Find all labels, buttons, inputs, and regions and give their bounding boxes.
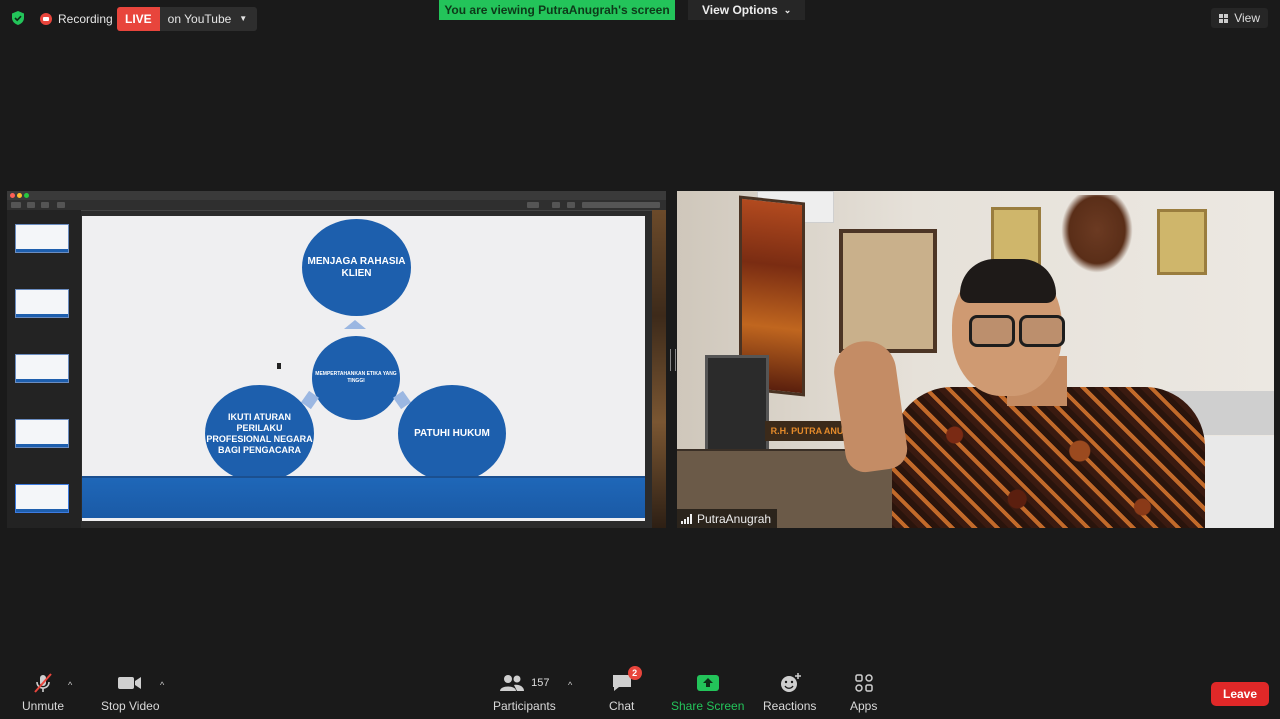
shared-window-toolbar <box>7 200 666 211</box>
background-photo-strip <box>652 210 666 528</box>
mouse-cursor-icon <box>277 363 281 369</box>
participants-options-caret-icon[interactable]: ^ <box>568 680 572 690</box>
unmute-button[interactable]: Unmute <box>22 672 64 713</box>
reactions-label: Reactions <box>763 699 817 713</box>
slide-thumbnail <box>15 419 69 448</box>
shared-screen[interactable]: MENJAGA RAHASIA KLIEN MEMPERTAHANKAN ETI… <box>7 191 666 528</box>
garuda-emblem <box>1061 195 1133 273</box>
slide-circle-right: PATUHI HUKUM <box>398 385 506 482</box>
apps-icon <box>854 672 874 694</box>
participant-count: 157 <box>531 677 550 689</box>
person-batik-shirt <box>892 387 1205 528</box>
video-options-caret-icon[interactable]: ^ <box>160 680 164 690</box>
desk-monitor <box>705 355 769 453</box>
stop-video-label: Stop Video <box>101 699 160 713</box>
grid-view-icon <box>1219 13 1229 23</box>
participant-name-tag: PutraAnugrah <box>677 509 778 528</box>
view-button[interactable]: View <box>1211 8 1268 28</box>
muted-microphone-icon <box>32 672 54 694</box>
audio-options-caret-icon[interactable]: ^ <box>68 680 72 690</box>
slide-thumbnail <box>15 224 69 253</box>
participant-video[interactable]: R.H. PUTRA ANU PutraAnugrah <box>677 191 1274 528</box>
chat-unread-badge: 2 <box>627 666 642 680</box>
unmute-label: Unmute <box>22 699 65 713</box>
person-glasses <box>969 315 1065 347</box>
participants-icon <box>500 675 525 691</box>
window-close-dot <box>10 193 15 198</box>
slide-footer-band <box>82 476 645 518</box>
view-label: View <box>1234 11 1260 25</box>
share-screen-button[interactable]: Share Screen <box>671 672 744 713</box>
participants-button[interactable]: 157 Participants <box>493 672 556 713</box>
split-view-divider-handle[interactable] <box>670 349 676 371</box>
chat-label: Chat <box>609 699 635 713</box>
apps-button[interactable]: Apps <box>850 672 877 713</box>
share-screen-icon <box>696 672 720 694</box>
live-platform-dropdown[interactable]: on YouTube ▼ <box>159 7 258 31</box>
chat-bubble-icon: 2 <box>611 666 642 694</box>
slide-circle-left: IKUTI ATURAN PERILAKU PROFESIONAL NEGARA… <box>205 385 314 482</box>
live-platform-label: on YouTube <box>167 12 232 26</box>
slide-thumbnail <box>15 354 69 383</box>
chat-button[interactable]: 2 Chat <box>609 666 642 713</box>
wall-caricature <box>839 229 937 353</box>
video-camera-icon <box>117 672 143 694</box>
window-zoom-dot <box>24 193 29 198</box>
viewing-screen-banner: You are viewing PutraAnugrah's screen <box>439 0 675 20</box>
wall-portrait <box>1157 209 1207 275</box>
caret-down-icon: ▼ <box>239 14 248 23</box>
smiley-plus-icon <box>778 672 802 694</box>
slide-circle-top: MENJAGA RAHASIA KLIEN <box>302 219 411 316</box>
window-minimize-dot <box>17 193 22 198</box>
shared-window-titlebar <box>7 191 666 200</box>
recording-icon <box>40 13 52 25</box>
slide-thumbnail-current <box>15 484 69 513</box>
slide-thumbnail <box>15 289 69 318</box>
signal-strength-icon <box>681 513 692 524</box>
reactions-button[interactable]: Reactions <box>763 672 816 713</box>
recording-label: Recording <box>58 12 113 26</box>
share-screen-label: Share Screen <box>671 699 745 713</box>
view-options-button[interactable]: View Options ⌄ <box>688 0 806 20</box>
security-shield-icon[interactable] <box>10 10 26 26</box>
chevron-down-icon: ⌄ <box>783 5 792 15</box>
desk-nameplate: R.H. PUTRA ANU <box>765 421 849 441</box>
live-stream-indicator[interactable]: LIVE on YouTube ▼ <box>117 7 258 31</box>
participants-label: Participants <box>493 699 556 713</box>
presentation-slide: MENJAGA RAHASIA KLIEN MEMPERTAHANKAN ETI… <box>82 216 645 521</box>
slide-thumbnail-panel <box>7 210 81 528</box>
live-badge: LIVE <box>117 7 160 31</box>
slide-arrow-up <box>344 320 366 329</box>
slide-circle-center: MEMPERTAHANKAN ETIKA YANG TINGGI <box>312 336 400 420</box>
participant-name: PutraAnugrah <box>697 511 772 526</box>
recording-indicator[interactable]: Recording <box>40 8 113 30</box>
leave-button[interactable]: Leave <box>1211 682 1269 706</box>
stop-video-button[interactable]: Stop Video <box>101 672 160 713</box>
view-options-label: View Options <box>702 3 778 17</box>
apps-label: Apps <box>850 699 878 713</box>
